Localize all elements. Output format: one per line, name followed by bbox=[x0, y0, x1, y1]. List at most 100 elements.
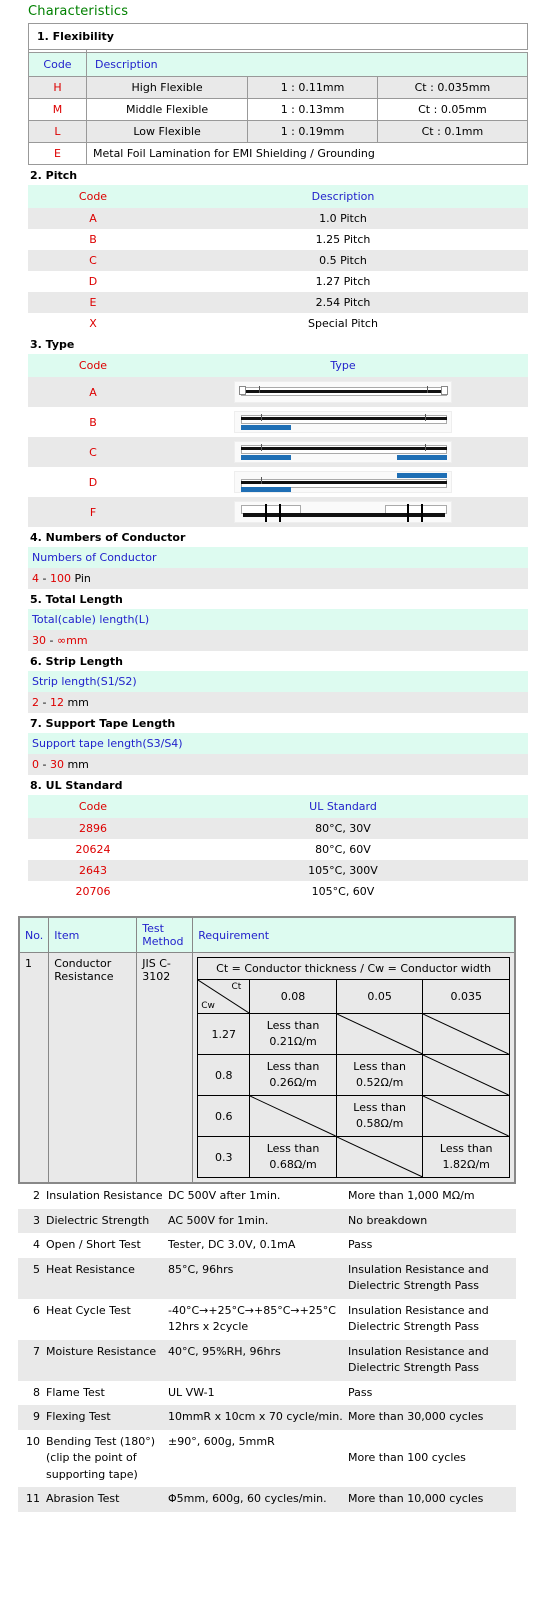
type-diagram-cell bbox=[158, 377, 528, 407]
test-item: Dielectric Strength bbox=[44, 1208, 166, 1233]
ul-code: 20624 bbox=[75, 843, 111, 856]
section-flexibility: 1. Flexibility Code Description H High F… bbox=[0, 23, 534, 165]
conductor-bar bbox=[243, 390, 445, 393]
column-header-item: Item bbox=[48, 916, 138, 953]
table-row: 10 Bending Test (180°) (clip the point o… bbox=[18, 1430, 516, 1488]
flexibility-code: L bbox=[28, 120, 87, 143]
table-row: 8 Flame Test UL VW-1 Pass bbox=[18, 1381, 516, 1406]
ul-standard: 80°C, 60V bbox=[315, 843, 371, 856]
pitch-heading: 2. Pitch bbox=[30, 169, 78, 182]
section-pitch: 2. Pitch Code Description A 1.0 Pitch B … bbox=[0, 165, 534, 334]
column-header-requirement: Requirement bbox=[192, 916, 516, 953]
pitch-code: B bbox=[89, 233, 97, 246]
strip-tick-right bbox=[425, 414, 426, 421]
table-row-conductor-resistance: 1 Conductor Resistance JIS C-3102 Ct = C… bbox=[18, 952, 516, 1184]
test-requirement-matrix: Ct = Conductor thickness / Cw = Conducto… bbox=[192, 952, 516, 1184]
flexibility-code: H bbox=[28, 76, 87, 99]
pitch-code: D bbox=[88, 275, 98, 288]
test-no: 11 bbox=[18, 1487, 44, 1512]
matrix-caption-row: Ct = Conductor thickness / Cw = Conducto… bbox=[197, 957, 510, 980]
ul-standard: 105°C, 300V bbox=[158, 860, 528, 881]
test-item: Insulation Resistance bbox=[46, 1189, 163, 1202]
flexibility-ct: Ct : 0.05mm bbox=[376, 98, 529, 121]
matrix-header-row: Ct Cw 0.08 0.05 0.035 bbox=[197, 979, 510, 1014]
strip-length-sep: - bbox=[39, 696, 50, 709]
matrix-row-header: 0.3 bbox=[197, 1136, 251, 1178]
matrix-empty-cell bbox=[335, 1136, 424, 1178]
test-requirement: Insulation Resistance and Dielectric Str… bbox=[346, 1339, 516, 1381]
table-row: X Special Pitch bbox=[28, 313, 528, 334]
flexibility-ct: Ct : 0.035mm bbox=[376, 76, 529, 99]
section-ul-standard: 8. UL Standard Code UL Standard 2896 80°… bbox=[0, 775, 534, 902]
clip-left-1-lower bbox=[265, 511, 267, 522]
page-title: Characteristics bbox=[28, 4, 129, 19]
matrix-value: Less than 0.68Ω/m bbox=[249, 1136, 337, 1178]
support-tape-unit: mm bbox=[63, 758, 89, 771]
test-method: ±90°, 600g, 5mmR bbox=[168, 1434, 275, 1448]
test-no: 2 bbox=[33, 1189, 40, 1202]
flexibility-code: M bbox=[28, 98, 87, 121]
test-item: Heat Cycle Test bbox=[46, 1303, 131, 1317]
diagonal-slash-icon bbox=[423, 1014, 509, 1054]
test-no: 8 bbox=[33, 1385, 40, 1399]
matrix-empty-cell bbox=[335, 1013, 424, 1055]
matrix-col-label: Ct bbox=[231, 982, 242, 992]
table-row: E Metal Foil Lamination for EMI Shieldin… bbox=[28, 142, 528, 165]
flexibility-ct: Ct : 0.1mm bbox=[376, 120, 529, 143]
diagonal-slash-icon bbox=[337, 1014, 423, 1054]
table-row: F bbox=[28, 497, 528, 527]
table-row: A 1.0 Pitch bbox=[28, 208, 528, 229]
matrix-corner-cell: Ct Cw bbox=[197, 979, 251, 1014]
matrix-value: Less than 0.21Ω/m bbox=[249, 1013, 337, 1055]
test-requirement: No breakdown bbox=[346, 1208, 516, 1233]
cable-diagram-b bbox=[234, 411, 452, 433]
conductor-bar bbox=[243, 513, 445, 517]
support-tape-left-bottom bbox=[241, 487, 291, 492]
matrix-row: 0.6 Less than 0.58Ω/m bbox=[197, 1095, 510, 1137]
table-row: A bbox=[28, 377, 528, 407]
table-row: M Middle Flexible 1 : 0.13mm Ct : 0.05mm bbox=[28, 98, 529, 121]
table-header-row: Code Description bbox=[28, 185, 528, 208]
support-tape-value: 0 - 30 mm bbox=[28, 754, 528, 775]
left-endcap bbox=[239, 386, 246, 395]
flexibility-desc: Metal Foil Lamination for EMI Shielding … bbox=[86, 142, 528, 165]
section-type: 3. Type Code Type A B C D F bbox=[0, 334, 534, 527]
matrix-caption: Ct = Conductor thickness / Cw = Conducto… bbox=[197, 957, 510, 980]
section-strip-length: 6. Strip Length Strip length(S1/S2) 2 - … bbox=[0, 651, 534, 713]
column-header-ul-standard: UL Standard bbox=[158, 795, 528, 818]
section-total-length: 5. Total Length Total(cable) length(L) 3… bbox=[0, 589, 534, 651]
ul-code: 2896 bbox=[28, 818, 158, 839]
conductors-heading: 4. Numbers of Conductor bbox=[30, 531, 186, 544]
characteristics-document: Characteristics 1. Flexibility Code Desc… bbox=[0, 0, 534, 1512]
conductor-bar bbox=[241, 447, 447, 450]
ul-code: 2643 bbox=[28, 860, 158, 881]
column-header-code: Code bbox=[28, 52, 87, 77]
conductors-unit: Pin bbox=[70, 572, 91, 585]
cable-diagram-f bbox=[234, 501, 452, 523]
test-item: Bending Test (180°) (clip the point of s… bbox=[46, 1434, 156, 1481]
conductors-min: 4 bbox=[32, 572, 39, 585]
ul-heading: 8. UL Standard bbox=[30, 779, 123, 792]
diagonal-slash-icon bbox=[337, 1137, 423, 1177]
table-row: 11 Abrasion Test Φ5mm, 600g, 60 cycles/m… bbox=[18, 1487, 516, 1512]
test-item: Moisture Resistance bbox=[44, 1339, 166, 1381]
diagonal-slash-icon bbox=[250, 1096, 336, 1136]
matrix-value: Less than 0.58Ω/m bbox=[335, 1095, 424, 1137]
test-specification-table: No. Item Test Method Requirement 1 Condu… bbox=[18, 916, 516, 1184]
conductor-bar bbox=[241, 481, 447, 484]
pitch-desc: 2.54 Pitch bbox=[158, 292, 528, 313]
table-row: H High Flexible 1 : 0.11mm Ct : 0.035mm bbox=[28, 76, 529, 99]
matrix-empty-cell bbox=[422, 1013, 510, 1055]
conductors-max: 100 bbox=[49, 572, 71, 585]
pitch-code: E bbox=[28, 292, 158, 313]
matrix-row: 1.27 Less than 0.21Ω/m bbox=[197, 1013, 510, 1055]
pitch-desc: 1.0 Pitch bbox=[158, 208, 528, 229]
matrix-empty-cell bbox=[249, 1095, 337, 1137]
total-length-unit: mm bbox=[66, 634, 88, 647]
type-diagram-cell bbox=[158, 407, 528, 437]
test-requirement: Insulation Resistance and Dielectric Str… bbox=[346, 1257, 516, 1299]
table-row: D bbox=[28, 467, 528, 497]
conductors-sep: - bbox=[39, 572, 50, 585]
matrix-empty-cell bbox=[422, 1095, 510, 1137]
conductor-bar bbox=[241, 417, 447, 420]
